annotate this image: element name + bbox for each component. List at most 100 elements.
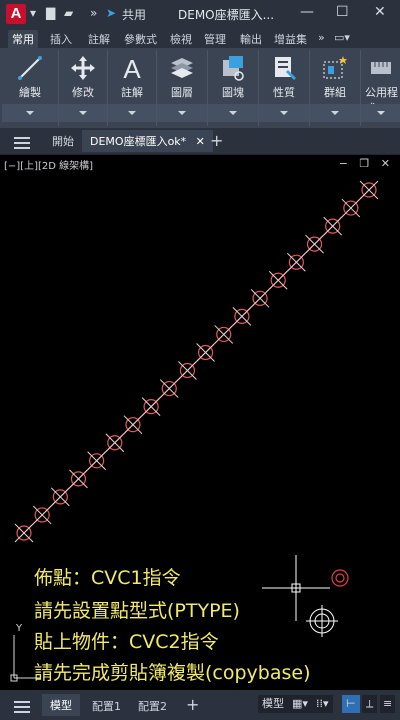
panel-modify[interactable]: 修改 — [59, 50, 108, 126]
panel-dropdown[interactable] — [108, 104, 156, 122]
point-marker-icon[interactable] — [305, 234, 324, 254]
panel-draw[interactable]: 繪製 — [2, 50, 59, 126]
menu-icon[interactable] — [14, 134, 30, 149]
ribbon-toggle-icon[interactable]: ▭▾ — [330, 30, 354, 45]
ribbon-tab-bar: 常用 插入 註解 參數式 檢視 管理 輸出 增益集 » ▭▾ — [0, 28, 400, 48]
point-marker-icon[interactable] — [359, 180, 379, 200]
tab-layout1[interactable]: 配置1 — [92, 698, 121, 714]
panel-annotation[interactable]: A 註解 — [108, 50, 157, 126]
close-tab-icon[interactable]: ✕ — [196, 135, 205, 148]
tab-start[interactable]: 開始 — [52, 133, 74, 149]
panel-utilities[interactable]: 公用程式 — [361, 50, 400, 126]
polar-icon[interactable]: ⟂ — [362, 695, 378, 713]
panel-dropdown[interactable] — [361, 104, 400, 122]
point-marker-icon[interactable] — [178, 361, 197, 380]
tab-model[interactable]: 模型 — [42, 694, 80, 716]
app-menu-chevron-icon[interactable]: ▾ — [30, 6, 36, 20]
line-icon — [18, 56, 42, 80]
new-tab-button[interactable]: + — [210, 131, 223, 150]
tab-home[interactable]: 常用 — [8, 30, 38, 48]
document-tab-bar: 開始 DEMO座標匯入ok* ✕ + — [0, 128, 400, 154]
share-label[interactable]: 共用 — [122, 6, 146, 23]
model-space-button[interactable]: 模型 — [258, 695, 288, 713]
ortho-icon[interactable]: ⊢ — [342, 695, 360, 713]
customize-menu-icon[interactable]: ≡ — [380, 695, 396, 713]
tab-output[interactable]: 輸出 — [236, 30, 266, 48]
snap-icon[interactable]: ⁞⁞▾ — [312, 695, 333, 713]
point-marker-icon[interactable] — [268, 270, 288, 290]
tab-active-document[interactable]: DEMO座標匯入ok* ✕ — [82, 130, 213, 152]
move-icon — [71, 56, 95, 80]
minimize-button[interactable]: — — [300, 4, 314, 20]
layout-menu-icon[interactable] — [14, 698, 30, 713]
maximize-button[interactable]: ☐ — [336, 4, 349, 20]
open-folder-icon[interactable]: ▰ — [64, 6, 73, 20]
tab-layout2[interactable]: 配置2 — [138, 698, 167, 714]
drawing-viewport[interactable]: [−][上][2D 線架構] − ❐ ✕ Y 佈點：CVC1指令 請先設置點型式… — [0, 154, 400, 691]
point-marker-icon[interactable] — [287, 252, 306, 272]
document-name: DEMO座標匯入ok* — [90, 135, 187, 148]
new-layout-button[interactable]: + — [186, 695, 199, 714]
panel-label: 圖層 — [171, 86, 193, 99]
tab-insert[interactable]: 插入 — [46, 30, 76, 48]
panel-dropdown[interactable] — [208, 104, 258, 122]
note-line-1: 佈點：CVC1指令 — [34, 567, 181, 589]
panel-dropdown[interactable] — [2, 104, 58, 122]
grid-icon[interactable]: ▦▾ — [288, 695, 312, 713]
close-button[interactable]: ✕ — [374, 4, 386, 20]
panel-dropdown[interactable] — [310, 104, 360, 122]
panel-label: 修改 — [72, 86, 94, 99]
block-icon — [223, 56, 244, 81]
point-marker-icon[interactable] — [32, 505, 52, 525]
ucs-y-label: Y — [16, 623, 23, 634]
panel-layers[interactable]: 圖層 — [157, 50, 208, 126]
title-bar: A ▾ ▇ ▰ » ➤ 共用 DEMO座標匯入... — ☐ ✕ — [0, 0, 400, 28]
tab-manage[interactable]: 管理 — [200, 30, 230, 48]
panel-groups[interactable]: 群組 — [310, 50, 361, 126]
more-tools-icon[interactable]: » — [90, 6, 97, 20]
ribbon: 繪製 修改 A 註解 圖層 圖塊 性質 群組 公用程式 — [0, 48, 400, 128]
note-line-3: 貼上物件：CVC2指令 — [34, 631, 219, 653]
point-marker-icon[interactable] — [69, 469, 88, 489]
tab-annotate[interactable]: 註解 — [84, 30, 114, 48]
window-title: DEMO座標匯入... — [178, 8, 275, 22]
panel-dropdown[interactable] — [157, 104, 207, 122]
point-marker-icon[interactable] — [232, 307, 252, 326]
tab-view[interactable]: 檢視 — [166, 30, 196, 48]
point-marker-icon[interactable] — [123, 415, 143, 435]
point-marker-icon[interactable] — [341, 198, 361, 218]
more-tabs-icon[interactable]: » — [314, 30, 329, 45]
status-bar: 模型 配置1 配置2 + 模型 ▦▾ ⁞⁞▾ ⊢ ⟂ ≡ — [0, 690, 400, 720]
panel-dropdown[interactable] — [259, 104, 309, 122]
panel-label: 註解 — [121, 86, 143, 99]
osnap-marker-icon — [331, 569, 349, 587]
panel-block[interactable]: 圖塊 — [208, 50, 259, 126]
point-marker-icon[interactable] — [87, 451, 106, 471]
panel-properties[interactable]: 性質 — [259, 50, 310, 126]
share-icon[interactable]: ➤ — [106, 6, 116, 20]
crosshair-cursor — [262, 555, 330, 621]
note-line-2: 請先設置點型式(PTYPE) — [34, 600, 240, 622]
tab-addins[interactable]: 增益集 — [270, 30, 311, 48]
group-icon — [323, 56, 347, 79]
point-marker-icon[interactable] — [323, 216, 343, 236]
tab-parametric[interactable]: 參數式 — [120, 30, 161, 48]
point-marker-icon[interactable] — [14, 523, 34, 543]
svg-text:A: A — [123, 54, 141, 82]
app-logo-icon[interactable]: A — [6, 4, 26, 24]
point-marker-icon[interactable] — [50, 487, 70, 507]
note-line-4: 請先完成剪貼簿複製(copybase) — [34, 662, 311, 684]
point-marker-icon[interactable] — [196, 343, 215, 362]
point-marker-icon[interactable] — [159, 379, 179, 398]
point-marker-icon[interactable] — [141, 397, 161, 416]
point-marker-icon[interactable] — [250, 288, 270, 308]
panel-label: 繪製 — [19, 86, 41, 99]
properties-icon — [275, 57, 296, 80]
panel-label: 性質 — [273, 86, 295, 99]
panel-dropdown[interactable] — [59, 104, 107, 122]
panel-label: 圖塊 — [222, 86, 244, 99]
text-icon: A — [123, 54, 141, 82]
point-marker-icon[interactable] — [214, 325, 234, 344]
point-marker-icon[interactable] — [105, 433, 125, 453]
new-file-icon[interactable]: ▇ — [46, 6, 55, 20]
